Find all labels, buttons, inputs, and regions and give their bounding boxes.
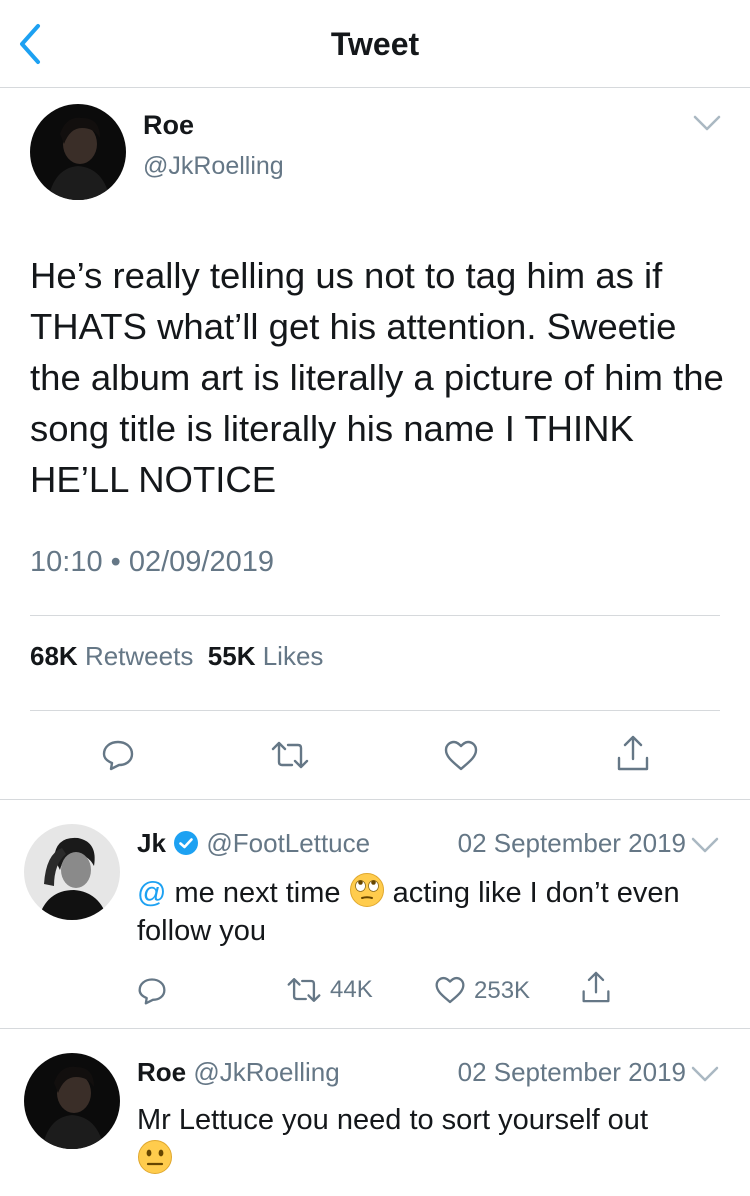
retweet-icon[interactable] bbox=[270, 740, 310, 775]
like-button[interactable]: 253K bbox=[434, 976, 530, 1005]
neutral-face-emoji-icon bbox=[138, 1140, 172, 1174]
reply-text: Mr Lettuce you need to sort yourself out bbox=[137, 1101, 677, 1179]
reply-icon bbox=[138, 978, 166, 1005]
avatar[interactable] bbox=[24, 1053, 120, 1149]
reply-tweet[interactable]: Roe @JkRoelling 02 September 2019 Mr Let… bbox=[0, 1028, 750, 1196]
reply-tweet[interactable]: Jk @FootLettuce 02 September 2019 @ me n… bbox=[0, 799, 750, 1028]
retweets-label[interactable]: Retweets bbox=[85, 641, 193, 671]
avatar[interactable] bbox=[30, 104, 126, 200]
tweet-stats: 68K Retweets 55K Likes bbox=[30, 641, 323, 672]
avatar[interactable] bbox=[24, 824, 120, 920]
chevron-down-icon[interactable] bbox=[690, 836, 720, 854]
tweet-date: 02/09/2019 bbox=[128, 546, 275, 578]
reply-header: Jk @FootLettuce bbox=[137, 828, 370, 859]
verified-badge-icon bbox=[174, 831, 199, 855]
reply-text-part: Mr Lettuce you need to sort yourself out bbox=[137, 1104, 648, 1136]
main-tweet: Roe @JkRoelling He’s really telling us n… bbox=[0, 88, 750, 800]
reply-icon[interactable] bbox=[101, 738, 135, 777]
retweets-count[interactable]: 68K bbox=[30, 641, 78, 671]
chevron-down-icon[interactable] bbox=[690, 1065, 720, 1083]
author-handle[interactable]: @JkRoelling bbox=[193, 1057, 339, 1087]
author-handle[interactable]: @FootLettuce bbox=[206, 828, 370, 858]
mention-link[interactable]: @ bbox=[137, 877, 166, 909]
divider bbox=[30, 710, 720, 711]
retweet-count: 44K bbox=[330, 976, 373, 1003]
tweet-text: He’s really telling us not to tag him as… bbox=[30, 255, 724, 500]
reply-date: 02 September 2019 bbox=[457, 828, 686, 858]
likes-label[interactable]: Likes bbox=[263, 641, 324, 671]
author-name[interactable]: Jk bbox=[137, 828, 166, 858]
nav-bar: Tweet bbox=[0, 0, 750, 88]
retweet-button[interactable]: 44K bbox=[286, 976, 373, 1004]
like-count: 253K bbox=[474, 976, 531, 1004]
author-name[interactable]: Roe bbox=[137, 1057, 186, 1087]
author-handle[interactable]: @JkRoelling bbox=[143, 152, 284, 181]
timestamp-separator: • bbox=[110, 546, 121, 578]
share-button[interactable] bbox=[581, 970, 611, 1004]
reply-text-part: me next time bbox=[166, 877, 349, 909]
page-title: Tweet bbox=[330, 26, 420, 62]
author-name[interactable]: Roe bbox=[143, 110, 194, 141]
retweet-icon bbox=[287, 978, 321, 1002]
like-icon[interactable] bbox=[443, 740, 479, 777]
reply-header: Roe @JkRoelling bbox=[137, 1057, 340, 1088]
eye-roll-emoji-icon bbox=[349, 873, 384, 907]
reply-button[interactable] bbox=[137, 976, 167, 1006]
tweet-time: 10:10 bbox=[30, 546, 103, 578]
likes-count[interactable]: 55K bbox=[208, 641, 256, 671]
chevron-down-icon[interactable] bbox=[692, 114, 722, 132]
share-icon bbox=[582, 971, 610, 1003]
divider bbox=[30, 615, 720, 616]
tweet-timestamp: 10:10 • 02/09/2019 bbox=[30, 546, 274, 579]
reply-date: 02 September 2019 bbox=[457, 1057, 686, 1087]
reply-text: @ me next time acting like I don’t even … bbox=[137, 872, 727, 950]
like-icon bbox=[435, 976, 465, 1004]
share-icon[interactable] bbox=[616, 734, 650, 777]
